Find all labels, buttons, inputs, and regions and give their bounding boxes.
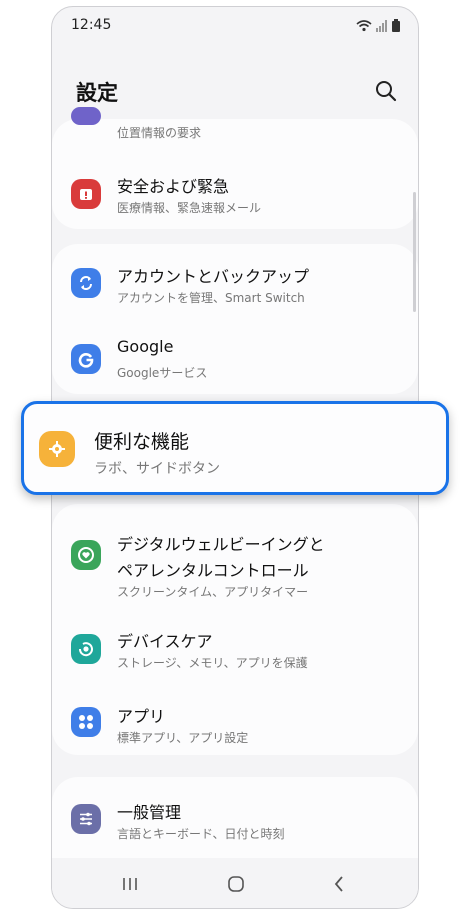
advanced-sub: ラボ、サイドボタン	[94, 461, 220, 477]
wellbeing-label-line1: デジタルウェルビーイングと	[117, 535, 325, 554]
scrollbar[interactable]	[413, 192, 416, 312]
wellbeing-icon	[71, 540, 101, 570]
accounts-sub: アカウントを管理、Smart Switch	[117, 291, 305, 305]
back-button[interactable]	[327, 872, 351, 896]
safety-sub: 医療情報、緊急速報メール	[117, 201, 262, 215]
list-item-device-care[interactable]: デバイスケア ストレージ、メモリ、アプリを保護	[52, 614, 418, 684]
alert-icon	[71, 179, 101, 209]
page-title: 設定	[76, 81, 118, 105]
wifi-icon	[356, 17, 372, 36]
list-item-advanced-features[interactable]: 便利な機能 ラボ、サイドボタン	[21, 401, 449, 495]
device-care-icon	[71, 634, 101, 664]
apps-icon	[71, 707, 101, 737]
recent-apps-button[interactable]	[118, 872, 142, 896]
card-wellbeing: デジタルウェルビーイングと ペアレンタルコントロール スクリーンタイム、アプリタ…	[52, 504, 418, 755]
list-item-wellbeing[interactable]: デジタルウェルビーイングと ペアレンタルコントロール スクリーンタイム、アプリタ…	[52, 504, 418, 604]
card-privacy-safety: 位置情報の要求 安全および緊急 医療情報、緊急速報メール	[52, 107, 418, 229]
sliders-icon	[71, 804, 101, 834]
sync-icon	[71, 268, 101, 298]
list-item-general[interactable]: 一般管理 言語とキーボード、日付と時刻	[52, 777, 418, 857]
google-label: Google	[117, 337, 174, 356]
general-label: 一般管理	[117, 803, 182, 822]
puzzle-gear-icon	[39, 431, 75, 467]
navigation-bar	[52, 858, 418, 908]
google-sub: Googleサービス	[117, 366, 208, 380]
location-sub: 位置情報の要求	[117, 126, 202, 140]
list-item-accounts[interactable]: アカウントとバックアップ アカウントを管理、Smart Switch	[52, 244, 418, 319]
battery-icon	[392, 17, 400, 36]
list-item-safety[interactable]: 安全および緊急 医療情報、緊急速報メール	[52, 159, 418, 229]
status-icons	[356, 17, 400, 36]
list-item-location[interactable]: 位置情報の要求	[52, 119, 418, 143]
list-item-apps[interactable]: アプリ 標準アプリ、アプリ設定	[52, 687, 418, 755]
list-item-google[interactable]: Google Googleサービス	[52, 319, 418, 394]
search-icon[interactable]	[374, 79, 398, 103]
home-button[interactable]	[224, 872, 248, 896]
wellbeing-sub: スクリーンタイム、アプリタイマー	[117, 585, 309, 599]
safety-label: 安全および緊急	[117, 177, 230, 196]
signal-icon	[376, 17, 388, 36]
advanced-label: 便利な機能	[94, 431, 190, 453]
apps-label: アプリ	[117, 707, 166, 726]
apps-sub: 標準アプリ、アプリ設定	[117, 731, 249, 745]
accounts-label: アカウントとバックアップ	[117, 267, 310, 286]
general-sub: 言語とキーボード、日付と時刻	[117, 827, 285, 841]
wellbeing-label-line2: ペアレンタルコントロール	[117, 561, 309, 580]
status-bar: 12:45	[52, 7, 418, 43]
device-care-sub: ストレージ、メモリ、アプリを保護	[117, 656, 308, 670]
status-time: 12:45	[71, 17, 112, 33]
card-accounts: アカウントとバックアップ アカウントを管理、Smart Switch Googl…	[52, 244, 418, 394]
device-care-label: デバイスケア	[117, 632, 213, 651]
google-icon	[71, 344, 101, 374]
